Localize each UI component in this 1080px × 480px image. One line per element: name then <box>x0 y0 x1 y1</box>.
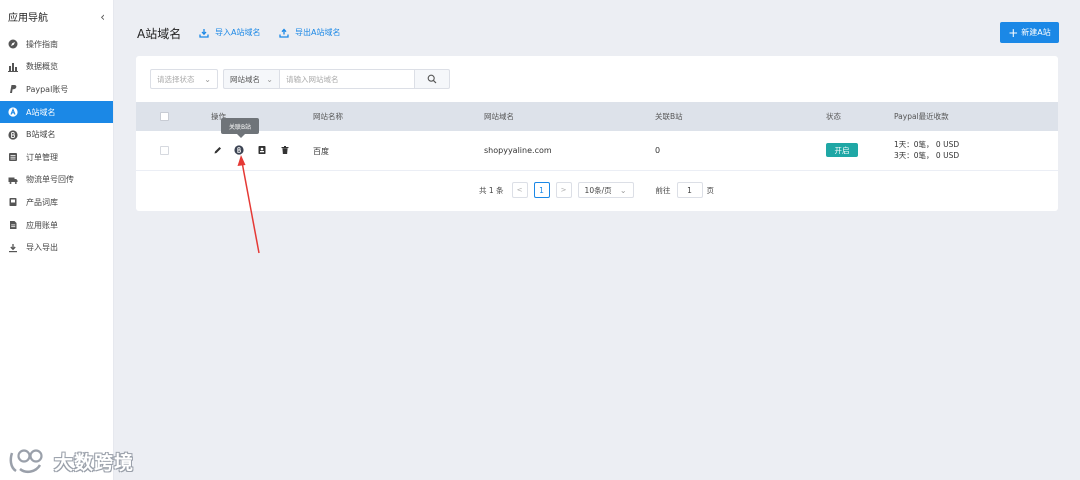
sidebar-item-import-export[interactable]: 导入导出 <box>0 236 113 259</box>
paypal-recent-cell: 1天：0笔， 0 USD 3天：0笔， 0 USD <box>894 139 959 161</box>
paypal-recent-1day: 1天：0笔， 0 USD <box>894 140 960 149</box>
import-label: 导入A站域名 <box>215 28 261 37</box>
domain-cell: shopyyaline.com <box>484 146 552 155</box>
goto-page-input[interactable]: 1 <box>676 182 703 198</box>
contact-icon[interactable] <box>257 145 267 155</box>
filter-bar: 请选择状态 ⌄ 网站域名 ⌄ 请输入网站域名 <box>150 69 450 89</box>
sidebar-item-a-domain[interactable]: A站域名 <box>0 100 113 124</box>
sidebar-item-label: A站域名 <box>26 107 56 117</box>
domain-search-placeholder: 请输入网站域名 <box>286 74 339 84</box>
sidebar-item-label: B站域名 <box>26 130 56 140</box>
plus-icon: + <box>1008 25 1019 40</box>
sidebar-title: 应用导航 <box>8 13 48 24</box>
sidebar-item-overview[interactable]: 数据概览 <box>0 56 113 79</box>
sidebar-item-label: 产品词库 <box>26 197 58 207</box>
truck-icon <box>8 175 18 185</box>
page-size-value: 10条/页 <box>584 185 612 195</box>
export-a-domain-link[interactable]: 导出A站域名 <box>279 27 340 38</box>
page-number-current[interactable]: 1 <box>533 182 550 198</box>
search-button[interactable] <box>415 69 450 89</box>
sidebar-item-guide[interactable]: 操作指南 <box>0 33 113 56</box>
watermark-logo-icon <box>9 449 43 474</box>
sidebar-item-label: Paypal账号 <box>26 84 69 94</box>
pagination-total: 共 1 条 <box>479 185 504 195</box>
search-icon <box>427 74 437 84</box>
status-badge[interactable]: 开启 <box>826 143 858 157</box>
column-header: Paypal最近收款 <box>894 112 949 121</box>
new-a-site-button[interactable]: + 新建A站 <box>1000 22 1059 43</box>
book-icon <box>8 197 18 207</box>
sidebar-header: 应用导航 ‹ <box>0 0 113 33</box>
sidebar-item-product-words[interactable]: 产品词库 <box>0 191 113 214</box>
download-icon <box>8 243 18 253</box>
edit-icon[interactable] <box>213 145 223 155</box>
import-icon <box>199 28 209 38</box>
column-header: 状态 <box>826 112 841 121</box>
sidebar-item-label: 应用账单 <box>26 220 58 230</box>
linked-b-cell: 0 <box>655 146 661 155</box>
chevron-left-icon[interactable]: ‹ <box>100 10 105 24</box>
sidebar-item-billing[interactable]: 应用账单 <box>0 214 113 237</box>
domain-table-card: 请选择状态 ⌄ 网站域名 ⌄ 请输入网站域名 操作 网站名称 网站域名 关联B站… <box>136 56 1058 211</box>
sidebar-item-label: 数据概览 <box>26 62 58 72</box>
page-title: A站域名 <box>137 27 182 41</box>
column-header: 网站域名 <box>484 112 514 121</box>
paypal-recent-3day: 3天：0笔， 0 USD <box>894 151 960 160</box>
search-field-select[interactable]: 网站域名 ⌄ <box>223 69 279 89</box>
page-size-select[interactable]: 10条/页 ⌄ <box>577 182 634 198</box>
tooltip-link-b: 关联B站 <box>221 118 259 138</box>
letter-b-circle-icon <box>8 130 18 140</box>
site-name-cell: 百度 <box>313 147 329 156</box>
next-page-button[interactable]: > <box>555 182 572 198</box>
sidebar-item-label: 操作指南 <box>26 39 58 49</box>
search-field-value: 网站域名 <box>230 74 260 84</box>
import-a-domain-link[interactable]: 导入A站域名 <box>199 27 260 38</box>
sidebar-item-label: 订单管理 <box>26 152 58 162</box>
row-checkbox[interactable] <box>160 146 169 155</box>
export-icon <box>279 28 289 38</box>
new-a-site-label: 新建A站 <box>1021 28 1051 37</box>
paypal-icon <box>8 84 18 94</box>
bar-chart-icon <box>8 62 18 72</box>
letter-a-circle-icon <box>8 107 18 117</box>
pagination: 共 1 条 < 1 > 10条/页 ⌄ 前往 1 页 <box>479 182 714 198</box>
goto-label: 前往 <box>655 185 671 195</box>
page-unit-label: 页 <box>706 185 715 195</box>
select-all-checkbox[interactable] <box>160 112 169 121</box>
document-icon <box>8 220 18 230</box>
sidebar-item-paypal[interactable]: Paypal账号 <box>0 78 113 101</box>
table-row: 百度 shopyyaline.com 0 开启 1天：0笔， 0 USD 3天：… <box>136 131 1058 171</box>
status-select-placeholder: 请选择状态 <box>157 74 195 84</box>
trash-icon[interactable] <box>280 145 290 155</box>
column-header: 网站名称 <box>313 112 343 121</box>
sidebar-item-label: 导入导出 <box>26 243 58 253</box>
compass-icon <box>8 39 18 49</box>
chevron-down-icon: ⌄ <box>619 185 627 195</box>
table-header: 操作 网站名称 网站域名 关联B站 状态 Paypal最近收款 <box>136 102 1058 131</box>
sidebar-item-label: 物流单号回传 <box>26 175 74 185</box>
link-b-icon[interactable] <box>234 145 244 155</box>
sidebar-item-orders[interactable]: 订单管理 <box>0 146 113 169</box>
sidebar: 应用导航 ‹ 操作指南 数据概览 Paypal账号 A站域名 B站域名 订单管理… <box>0 0 114 480</box>
list-icon <box>8 152 18 162</box>
sidebar-item-logistics[interactable]: 物流单号回传 <box>0 169 113 192</box>
watermark-text: 大数跨境 <box>54 451 135 474</box>
prev-page-button[interactable]: < <box>511 182 528 198</box>
sidebar-item-b-domain[interactable]: B站域名 <box>0 123 113 146</box>
status-select[interactable]: 请选择状态 ⌄ <box>150 69 218 89</box>
domain-search-input[interactable]: 请输入网站域名 <box>279 69 415 89</box>
chevron-down-icon: ⌄ <box>204 74 211 84</box>
column-header: 关联B站 <box>655 112 683 121</box>
chevron-down-icon: ⌄ <box>266 74 273 84</box>
watermark: 大数跨境 <box>8 446 134 476</box>
export-label: 导出A站域名 <box>295 28 341 37</box>
